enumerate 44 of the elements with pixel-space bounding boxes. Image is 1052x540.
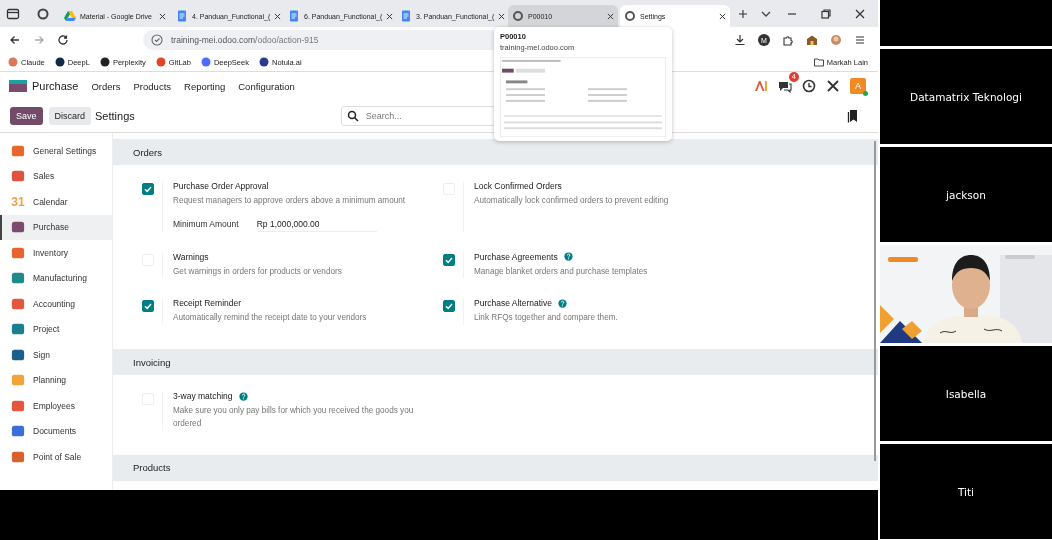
setting-description: Link RFQs together and compare them. [474,312,618,325]
sidebar-item[interactable]: Accounting [0,291,112,317]
discard-button[interactable]: Discard [48,107,92,125]
section-title: Orders [133,146,163,158]
setting-title: Warnings [173,251,209,262]
setting-title: 3-way matching [173,391,233,402]
setting-description: Manage blanket orders and purchase templates [474,265,648,278]
setting-description: Make sure you only pay bills for which you received the goods you ordered [173,405,415,430]
sidebar-item[interactable]: 31 Calendar [0,189,112,215]
sidebar-item[interactable]: Employees [0,393,112,419]
sidebar-item[interactable]: Manufacturing [0,265,112,291]
setting-title: Lock Confirmed Orders [474,181,562,191]
sidebar-item[interactable]: General Settings [0,138,112,164]
sidebar-item[interactable]: Point of Sale [0,444,112,470]
participant-name: Titi [957,485,974,498]
section-title: Invoicing [133,356,171,368]
sidebar-item[interactable]: Sales [0,163,112,189]
setting-description: Request managers to approve orders above a minimum amount [173,195,406,207]
menu-item[interactable]: Configuration [238,80,295,92]
participant-name: Datamatrix Teknologi [910,90,1022,103]
menu-item[interactable]: Products [133,80,172,92]
sidebar-item[interactable]: Purchase [0,214,112,240]
participant-name: Isabella [945,387,987,400]
app-name[interactable]: Purchase [32,80,79,92]
sidebar-item[interactable]: Documents [0,418,112,444]
sidebar-item[interactable]: Inventory [0,240,112,266]
field-label: Minimum Amount [173,219,239,230]
sidebar-item[interactable]: Planning [0,367,112,393]
setting-title: Purchase Agreements [474,251,558,262]
setting-description: Get warnings in orders for products or vendors [173,265,342,278]
setting-title: Purchase Alternative [474,298,552,309]
menu-item[interactable]: Reporting [184,80,226,92]
menu-item[interactable]: Orders [91,80,121,92]
section-title: Products [133,462,171,473]
calendar-icon: 31 [11,194,25,209]
setting-title: Receipt Reminder [173,298,242,309]
sidebar-item[interactable]: Sign [0,342,112,368]
participant-name: jackson [946,188,986,201]
page-title: Settings [95,110,135,122]
setting-description: Automatically remind the receipt date to your vendors [173,312,367,325]
setting-title: Purchase Order Approval [173,181,269,191]
sidebar-item[interactable]: Project [0,316,112,342]
setting-description: Automatically lock confirmed orders to prevent editing [474,195,669,207]
save-button[interactable]: Save [10,107,43,125]
